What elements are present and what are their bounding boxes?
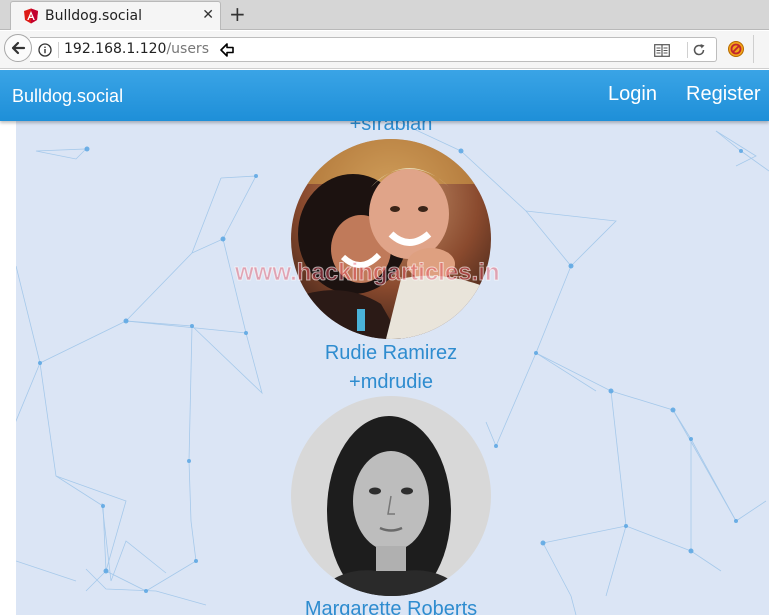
user-avatar[interactable] — [291, 139, 491, 339]
user-handle[interactable]: +mdrudie — [241, 371, 541, 394]
site-brand-link[interactable]: Bulldog.social — [12, 86, 123, 107]
new-tab-icon[interactable]: + — [229, 4, 246, 24]
info-icon[interactable] — [38, 43, 52, 57]
user-name[interactable]: Rudie Ramirez — [241, 342, 541, 365]
url-text[interactable]: 192.168.1.120/users — [64, 41, 209, 57]
close-tab-icon[interactable]: ✕ — [202, 7, 214, 23]
user-handle[interactable]: +sfrabian — [241, 121, 541, 136]
back-arrow-icon — [11, 41, 26, 55]
users-list: +sfrabian Rudie Ramirez +mdrudie Margare… — [16, 121, 769, 615]
url-separator-2 — [687, 42, 688, 58]
tab-title: Bulldog.social — [45, 8, 142, 24]
site-header: Bulldog.social Login Register — [0, 70, 769, 121]
url-host: 192.168.1.120 — [64, 41, 167, 57]
angular-favicon-icon — [24, 8, 38, 24]
url-separator — [58, 42, 59, 58]
url-bar[interactable]: 192.168.1.120/users — [30, 37, 717, 62]
register-link[interactable]: Register — [686, 83, 760, 106]
mouse-cursor-icon — [220, 43, 234, 57]
reader-view-icon[interactable] — [654, 44, 670, 57]
browser-tab[interactable]: Bulldog.social ✕ — [10, 1, 221, 30]
user-name[interactable]: Margarette Roberts — [241, 598, 541, 615]
watermark: www.hackingarticles.in — [235, 259, 501, 287]
web-page: Bulldog.social Login Register +sfrabian … — [0, 70, 769, 615]
back-button[interactable] — [4, 34, 32, 62]
toolbar-divider — [753, 35, 754, 63]
login-link[interactable]: Login — [608, 83, 657, 106]
user-photo — [291, 396, 491, 596]
noscript-extension-icon[interactable] — [727, 40, 745, 58]
reload-icon[interactable] — [691, 42, 707, 58]
url-path: /users — [166, 41, 209, 57]
browser-tab-bar: Bulldog.social ✕ + — [0, 0, 769, 30]
user-avatar[interactable] — [291, 396, 491, 596]
user-photo — [291, 139, 491, 339]
browser-nav-bar: 192.168.1.120/users — [0, 31, 769, 69]
